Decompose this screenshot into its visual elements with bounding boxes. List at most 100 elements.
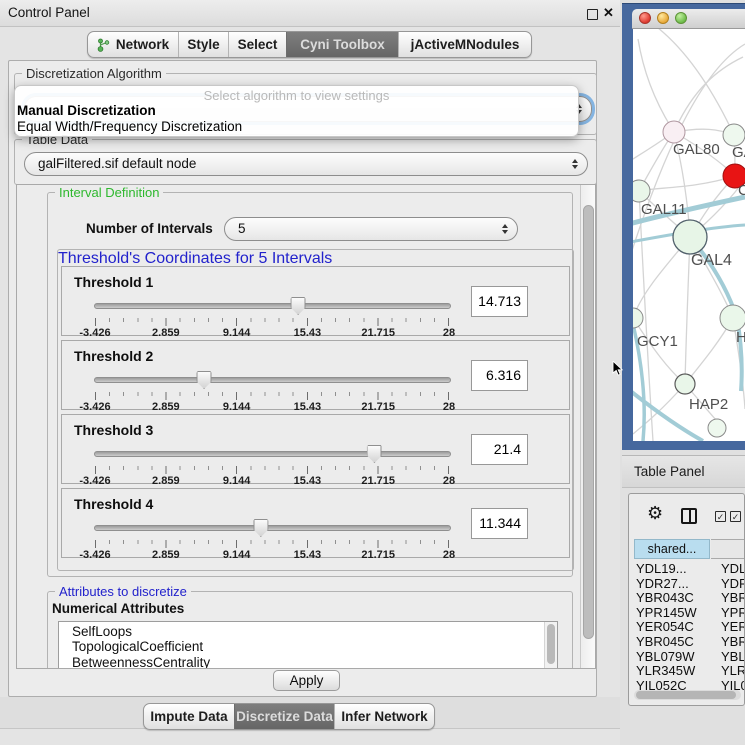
table-row[interactable]: YDR27...YDR2: [634, 576, 745, 591]
table-row[interactable]: YLR345WYLR3: [634, 663, 745, 678]
list-scrollbar[interactable]: [544, 622, 557, 669]
tick-label: 9.144: [223, 549, 251, 561]
threshold-slider[interactable]: -3.4262.8599.14415.4321.71528: [94, 297, 449, 335]
horizontal-scrollbar-thumb[interactable]: [636, 691, 736, 699]
column-layout-icon[interactable]: [681, 508, 697, 524]
slider-thumb[interactable]: [367, 445, 382, 463]
node-gal80[interactable]: [663, 121, 685, 143]
tab-style[interactable]: Style: [178, 32, 228, 57]
table-row[interactable]: YPR145WYPR1: [634, 605, 745, 620]
threshold-value-box[interactable]: 6.316: [471, 360, 528, 391]
node-gal11[interactable]: [633, 180, 650, 202]
table-cell: YBL079W: [634, 649, 711, 664]
horizontal-scrollbar[interactable]: [634, 690, 741, 700]
node-partial-low-right[interactable]: [720, 305, 745, 331]
close-icon[interactable]: ✕: [603, 5, 614, 21]
attribute-item[interactable]: SelfLoops: [59, 624, 557, 639]
tab-infer-network[interactable]: Infer Network: [334, 704, 434, 729]
dropdown-item-equal-width-frequency[interactable]: Equal Width/Frequency Discretization: [15, 119, 578, 135]
table-row[interactable]: YDL19...YDL1: [634, 561, 745, 576]
slider-track[interactable]: [94, 303, 451, 309]
threshold-value-box[interactable]: 11.344: [471, 508, 528, 539]
tab-impute-data[interactable]: Impute Data: [144, 704, 234, 729]
float-window-icon[interactable]: [587, 9, 598, 20]
table-row[interactable]: YBL079WYBL0: [634, 649, 745, 664]
dropdown-item-manual-discretization[interactable]: Manual Discretization: [15, 103, 578, 119]
algorithm-dropdown-popup: Select algorithm to view settings Manual…: [14, 85, 579, 137]
tab-jactivemnodules[interactable]: jActiveMNodules: [398, 32, 531, 57]
table-cell: YER054C: [634, 619, 711, 634]
tick-label: 28: [443, 549, 455, 561]
gear-icon[interactable]: ⚙: [647, 503, 663, 524]
slider-track[interactable]: [94, 377, 451, 383]
vertical-scrollbar-thumb[interactable]: [583, 205, 594, 639]
tab-label: jActiveMNodules: [411, 37, 520, 52]
tick-label: 9.144: [223, 401, 251, 413]
list-scrollbar-thumb[interactable]: [547, 624, 555, 664]
table-panel-title: Table Panel: [634, 464, 705, 479]
table-cell: YLR345W: [634, 663, 711, 678]
numerical-attributes-listbox[interactable]: SelfLoopsTopologicalCoefficientBetweenne…: [58, 621, 558, 669]
tab-select[interactable]: Select: [228, 32, 286, 57]
table-row[interactable]: YER054CYER0: [634, 619, 745, 634]
column-header-shared-name[interactable]: shared...: [634, 539, 710, 559]
table-cell: YBR045C: [634, 634, 711, 649]
checkbox-icon[interactable]: ✓: [715, 511, 726, 522]
table-cell: YIL052C: [634, 678, 711, 691]
node-label-partial-top-right: GA: [732, 144, 745, 161]
tick-label: -3.426: [79, 475, 110, 487]
threshold-value-box[interactable]: 21.4: [471, 434, 528, 465]
table-row[interactable]: YIL052CYIL0: [634, 678, 745, 691]
node-partial-top-right[interactable]: [723, 124, 745, 146]
node-partial-bottom[interactable]: [708, 419, 726, 437]
zoom-traffic-light-icon[interactable]: [675, 12, 687, 24]
node-hap2[interactable]: [675, 374, 695, 394]
threshold-slider[interactable]: -3.4262.8599.14415.4321.71528: [94, 445, 449, 483]
attribute-item[interactable]: BetweennessCentrality: [59, 655, 557, 669]
group-legend: Threshold's Coordinates for 5 Intervals: [58, 250, 332, 267]
attribute-item[interactable]: TopologicalCoefficient: [59, 639, 557, 654]
slider-track[interactable]: [94, 451, 451, 457]
tick-label: 21.715: [361, 475, 395, 487]
dropdown-hint: Select algorithm to view settings: [15, 86, 578, 103]
node-label-partial-low-right: H: [736, 329, 745, 346]
table-row[interactable]: YBR045CYBR0: [634, 634, 745, 649]
network-canvas[interactable]: GAL80 GA C GAL11 GAL4 GCY1 H HAP2: [633, 29, 745, 441]
number-of-intervals-combobox[interactable]: 5: [224, 217, 518, 241]
minimize-traffic-light-icon[interactable]: [657, 12, 669, 24]
node-gcy1[interactable]: [633, 308, 643, 328]
tick-labels: -3.4262.8599.14415.4321.71528: [95, 549, 449, 561]
network-icon: [97, 38, 110, 52]
cyni-toolbox-content: Discretization Algorithm Select algorith…: [8, 60, 597, 697]
threshold-slider[interactable]: -3.4262.8599.14415.4321.71528: [94, 371, 449, 409]
table-cell: YBR0: [711, 634, 745, 649]
slider-thumb[interactable]: [197, 371, 212, 389]
control-panel: Control Panel ✕ Network Style: [0, 0, 620, 745]
tick-label: 15.43: [294, 475, 322, 487]
checkbox-icon[interactable]: ✓: [730, 511, 741, 522]
table-cell: YDL19...: [634, 561, 711, 576]
threshold-label: Threshold 3: [74, 422, 153, 438]
node-label-hap2: HAP2: [689, 396, 728, 413]
apply-button[interactable]: Apply: [273, 670, 340, 691]
threshold-value-box[interactable]: 14.713: [471, 286, 528, 317]
threshold-slider[interactable]: -3.4262.8599.14415.4321.71528: [94, 519, 449, 557]
slider-track[interactable]: [94, 525, 451, 531]
tab-label: Impute Data: [150, 709, 227, 724]
threshold-panel: Threshold 2 -3.4262.8599.14415.4321.7152…: [61, 340, 570, 410]
tick-label: -3.426: [79, 401, 110, 413]
vertical-scrollbar[interactable]: [580, 185, 595, 668]
table-data-combobox[interactable]: galFiltered.sif default node: [24, 152, 588, 176]
table-cell: YPR145W: [634, 605, 711, 620]
table-row[interactable]: YBR043CYBR0: [634, 590, 745, 605]
tab-network[interactable]: Network: [88, 32, 178, 57]
node-gal4[interactable]: [673, 220, 707, 254]
tab-discretize-data[interactable]: Discretize Data: [234, 704, 334, 729]
tick-labels: -3.4262.8599.14415.4321.71528: [95, 327, 449, 339]
tab-cyni-toolbox[interactable]: Cyni Toolbox: [286, 32, 398, 57]
close-traffic-light-icon[interactable]: [639, 12, 651, 24]
column-header-name[interactable]: na: [711, 539, 745, 559]
slider-thumb[interactable]: [253, 519, 268, 537]
slider-thumb[interactable]: [291, 297, 306, 315]
tick-labels: -3.4262.8599.14415.4321.71528: [95, 475, 449, 487]
